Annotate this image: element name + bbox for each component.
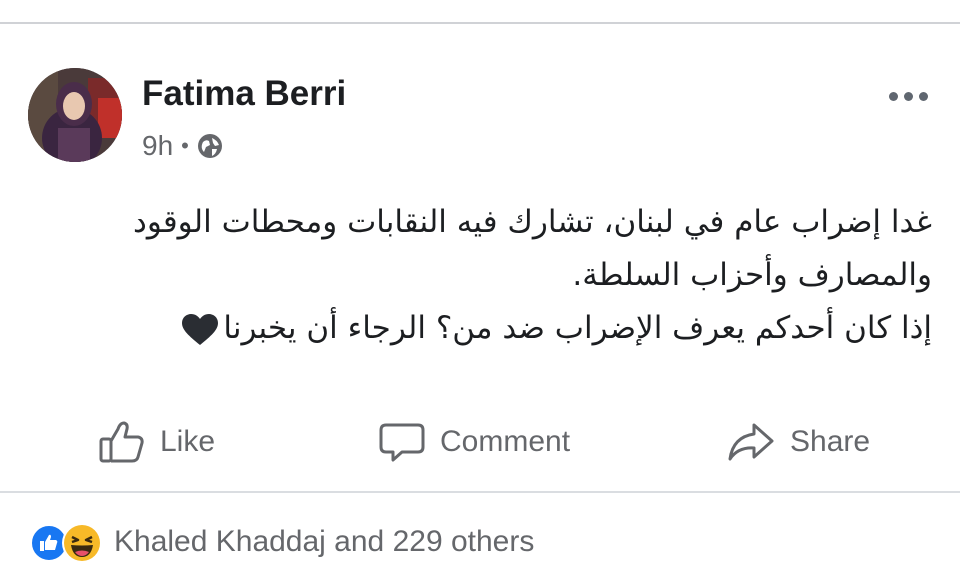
comment-bubble-icon	[379, 423, 425, 462]
post-text-line-last: إذا كان أحدكم يعرف الإضراب ضد من؟ الرجاء…	[36, 302, 932, 355]
share-arrow-icon	[728, 423, 774, 461]
avatar[interactable]	[28, 68, 122, 162]
post-text-line: إذا كان أحدكم يعرف الإضراب ضد من؟ الرجاء…	[223, 310, 932, 346]
more-options-button[interactable]	[878, 76, 938, 116]
more-dot-icon	[903, 91, 913, 101]
post-text-line: والمصارف وأحزاب السلطة.	[572, 257, 932, 293]
author-name[interactable]: Fatima Berri	[142, 74, 346, 114]
post-header: Fatima Berri 9h •	[28, 68, 938, 164]
like-button[interactable]: Like	[98, 416, 215, 468]
top-spacer	[0, 0, 960, 22]
avatar-photo	[28, 68, 122, 162]
globe-icon[interactable]	[197, 133, 223, 159]
post-text: غدا إضراب عام في لبنان، تشارك فيه النقاب…	[36, 196, 932, 355]
reactions-summary[interactable]: Khaled Khaddaj and 229 others	[30, 518, 534, 566]
comment-button[interactable]: Comment	[378, 416, 570, 468]
more-dot-icon	[888, 91, 898, 101]
meta-separator: •	[181, 133, 189, 158]
reaction-icons	[30, 520, 108, 564]
haha-reaction-icon	[62, 523, 102, 563]
post-action-bar: Like Comment Share	[0, 402, 960, 482]
post-meta: 9h •	[142, 130, 223, 162]
top-divider	[0, 22, 960, 24]
post-text-line: غدا إضراب عام في لبنان، تشارك فيه النقاب…	[133, 204, 932, 240]
share-button[interactable]: Share	[726, 416, 870, 468]
reaction-summary-text[interactable]: Khaled Khaddaj and 229 others	[114, 525, 534, 559]
black-heart-icon	[182, 313, 219, 345]
share-label: Share	[790, 425, 871, 458]
thumbs-up-icon	[99, 421, 144, 463]
actions-divider	[0, 491, 960, 493]
comment-label: Comment	[440, 425, 571, 458]
like-label: Like	[160, 425, 216, 458]
post-time[interactable]: 9h	[142, 130, 173, 162]
more-dot-icon	[918, 91, 928, 101]
